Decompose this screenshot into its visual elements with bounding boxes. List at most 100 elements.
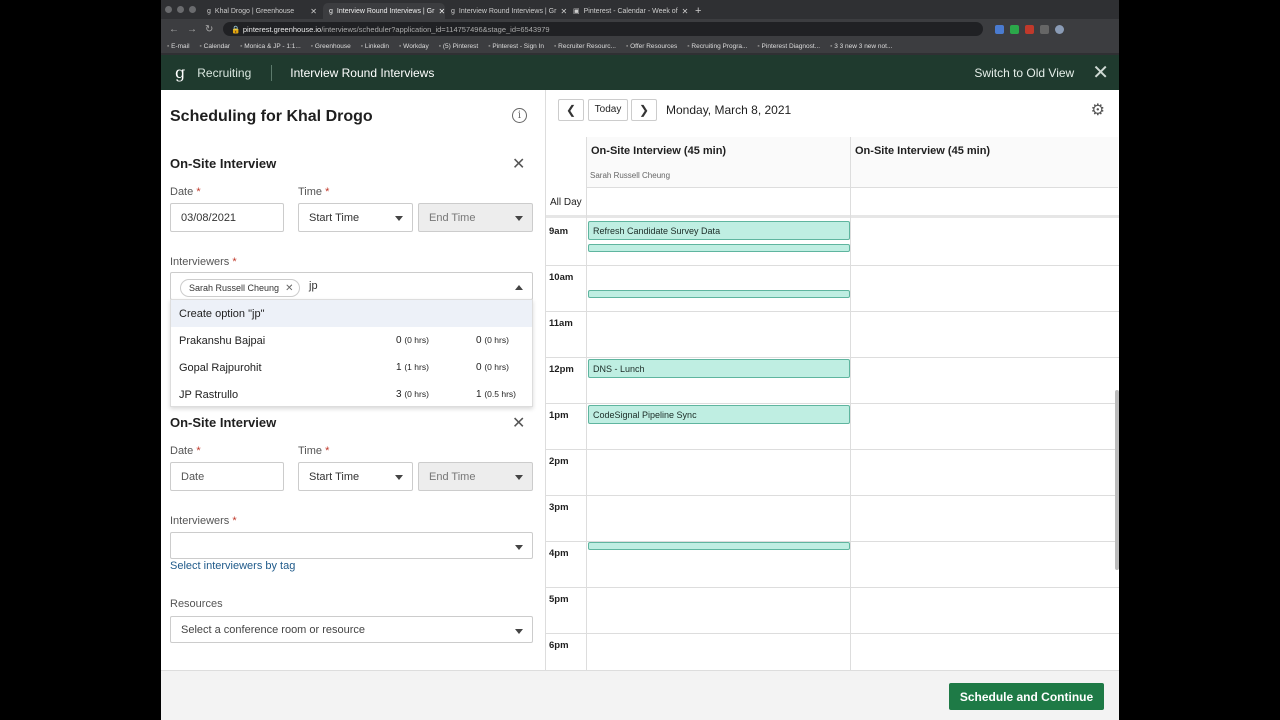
scheduling-panel: Scheduling for Khal Drogo i On-Site Inte… xyxy=(161,90,545,670)
hour-row[interactable]: 11am xyxy=(546,312,1119,358)
interviewers-input[interactable]: Sarah Russell Cheung ✕ jp xyxy=(170,272,533,300)
extension-icon[interactable] xyxy=(1025,24,1035,34)
remove-chip-icon[interactable]: ✕ xyxy=(285,283,293,294)
app-header: g Recruiting Interview Round Interviews … xyxy=(161,55,1119,90)
hour-row[interactable]: 2pm xyxy=(546,450,1119,496)
today-button[interactable]: Today xyxy=(588,99,628,121)
bookmark-item[interactable]: Calendar xyxy=(200,43,230,50)
bookmark-item[interactable]: 3 3 new 3 new not... xyxy=(830,43,892,50)
calendar-date: Monday, March 8, 2021 xyxy=(666,103,792,117)
dropdown-option[interactable]: Gopal Rajpurohit 1 (1 hrs) 0 (0 hrs) xyxy=(171,354,532,381)
interviewers-input[interactable] xyxy=(170,532,533,559)
profile-avatar-icon[interactable] xyxy=(1055,24,1065,34)
time-label: Time * xyxy=(298,445,330,457)
all-day-row: All Day xyxy=(546,188,1119,218)
close-tab-icon[interactable]: ✕ xyxy=(310,7,317,16)
bookmark-item[interactable]: Recruiter Resourc... xyxy=(554,43,616,50)
bookmark-item[interactable]: Monica & JP - 1:1... xyxy=(240,43,301,50)
address-bar[interactable]: 🔒 pinterest.greenhouse.io/interviews/sch… xyxy=(223,22,984,36)
forward-icon[interactable]: → xyxy=(187,24,197,35)
bookmark-item[interactable]: Pinterest Diagnost... xyxy=(757,43,821,50)
bookmarks-bar: E-mail Calendar Monica & JP - 1:1... Gre… xyxy=(161,39,1119,53)
select-by-tag-link[interactable]: Select interviewers by tag xyxy=(170,560,295,572)
bookmark-item[interactable]: Linkedin xyxy=(361,43,389,50)
toolbar: ← → ↻ 🔒 pinterest.greenhouse.io/intervie… xyxy=(161,19,1119,39)
calendar-event[interactable] xyxy=(588,542,850,550)
hour-row[interactable]: 6pm xyxy=(546,634,1119,670)
interviewer-search-text[interactable]: jp xyxy=(309,280,318,292)
browser-tab[interactable]: g Interview Round Interviews | Gr ✕ xyxy=(445,3,567,19)
bookmark-item[interactable]: Pinterest - Sign In xyxy=(488,43,544,50)
chevron-right-icon: ❯ xyxy=(638,103,650,117)
bookmark-item[interactable]: Workday xyxy=(399,43,429,50)
calendar-event[interactable]: Refresh Candidate Survey Data xyxy=(588,221,850,240)
date-input[interactable]: Date xyxy=(170,462,284,491)
lock-icon: 🔒 xyxy=(231,24,243,34)
new-tab-icon[interactable]: + xyxy=(689,3,707,19)
extension-icon[interactable] xyxy=(995,24,1005,34)
create-option-item[interactable]: Create option "jp" xyxy=(171,300,532,327)
hour-row[interactable]: 5pm xyxy=(546,588,1119,634)
calendar-panel: ❮ Today ❯ Monday, March 8, 2021 ⚙ On-Sit… xyxy=(545,90,1119,670)
window-controls[interactable] xyxy=(165,6,196,13)
extension-icon[interactable] xyxy=(1040,24,1050,34)
remove-interview-icon[interactable]: ✕ xyxy=(512,413,525,433)
next-day-button[interactable]: ❯ xyxy=(631,99,657,121)
info-icon[interactable]: i xyxy=(512,108,527,123)
chevron-left-icon: ❮ xyxy=(565,103,577,117)
calendar-event[interactable] xyxy=(588,244,850,252)
prev-day-button[interactable]: ❮ xyxy=(558,99,584,121)
switch-old-view-link[interactable]: Switch to Old View xyxy=(974,66,1074,80)
greenhouse-favicon-icon: g xyxy=(451,7,455,15)
start-time-select[interactable]: Start Time xyxy=(298,203,413,232)
bookmark-item[interactable]: Recruiting Progra... xyxy=(687,43,747,50)
interview-section-heading: On-Site Interview xyxy=(170,156,277,171)
gear-icon[interactable]: ⚙ xyxy=(1091,100,1105,120)
start-time-select[interactable]: Start Time xyxy=(298,462,413,491)
chevron-down-icon xyxy=(515,475,523,480)
calendar-event[interactable]: DNS - Lunch xyxy=(588,359,850,378)
dropdown-option[interactable]: JP Rastrullo 3 (0 hrs) 1 (0.5 hrs) xyxy=(171,381,532,408)
browser-tab[interactable]: ▣ Pinterest - Calendar - Week of ✕ xyxy=(567,3,689,19)
browser-tab[interactable]: g Khal Drogo | Greenhouse ✕ xyxy=(201,3,323,19)
date-input[interactable]: 03/08/2021 xyxy=(170,203,284,232)
chevron-up-icon[interactable] xyxy=(515,285,523,290)
close-icon[interactable]: ✕ xyxy=(1092,63,1109,83)
extension-icon[interactable] xyxy=(1010,24,1020,34)
schedule-continue-button[interactable]: Schedule and Continue xyxy=(949,683,1104,710)
calendar-column-header: On-Site Interview (45 min) Sarah Russell… xyxy=(586,137,850,188)
bookmark-item[interactable]: Greenhouse xyxy=(311,43,351,50)
date-label: Date * xyxy=(170,445,201,457)
bookmark-item[interactable]: Offer Resources xyxy=(626,43,677,50)
page-title: Interview Round Interviews xyxy=(290,65,435,80)
calendar-event[interactable] xyxy=(588,290,850,298)
greenhouse-logo-icon[interactable]: g xyxy=(175,63,185,82)
end-time-select[interactable]: End Time xyxy=(418,462,533,491)
interview-section-heading: On-Site Interview xyxy=(170,415,277,430)
header-divider xyxy=(271,64,273,81)
date-label: Date * xyxy=(170,186,201,198)
chevron-down-icon xyxy=(395,216,403,221)
reload-icon[interactable]: ↻ xyxy=(205,24,213,35)
back-icon[interactable]: ← xyxy=(169,24,179,35)
close-tab-icon[interactable]: ✕ xyxy=(682,7,689,16)
remove-interview-icon[interactable]: ✕ xyxy=(512,154,525,174)
hour-row[interactable]: 3pm xyxy=(546,496,1119,542)
end-time-select[interactable]: End Time xyxy=(418,203,533,232)
chevron-down-icon xyxy=(515,545,523,550)
extension-icons xyxy=(995,24,1065,34)
interviewer-dropdown: Create option "jp" Prakanshu Bajpai 0 (0 … xyxy=(170,299,533,407)
bookmark-item[interactable]: E-mail xyxy=(167,43,189,50)
interviewers-label: Interviewers * xyxy=(170,515,237,527)
resources-select[interactable]: Select a conference room or resource xyxy=(170,616,533,643)
hour-row[interactable]: 10am xyxy=(546,266,1119,312)
app-name[interactable]: Recruiting xyxy=(197,66,251,80)
calendar-scrollbar[interactable] xyxy=(1115,390,1119,570)
dropdown-option[interactable]: Prakanshu Bajpai 0 (0 hrs) 0 (0 hrs) xyxy=(171,327,532,354)
chevron-down-icon xyxy=(515,216,523,221)
browser-tab-active[interactable]: g Interview Round Interviews | Gr ✕ xyxy=(323,3,445,19)
browser-chrome: g Khal Drogo | Greenhouse ✕ g Interview Rou… xyxy=(161,0,1119,55)
bookmark-item[interactable]: (5) Pinterest xyxy=(439,43,478,50)
calendar-event[interactable]: CodeSignal Pipeline Sync xyxy=(588,405,850,424)
tab-strip: g Khal Drogo | Greenhouse ✕ g Interview Rou… xyxy=(201,3,707,19)
